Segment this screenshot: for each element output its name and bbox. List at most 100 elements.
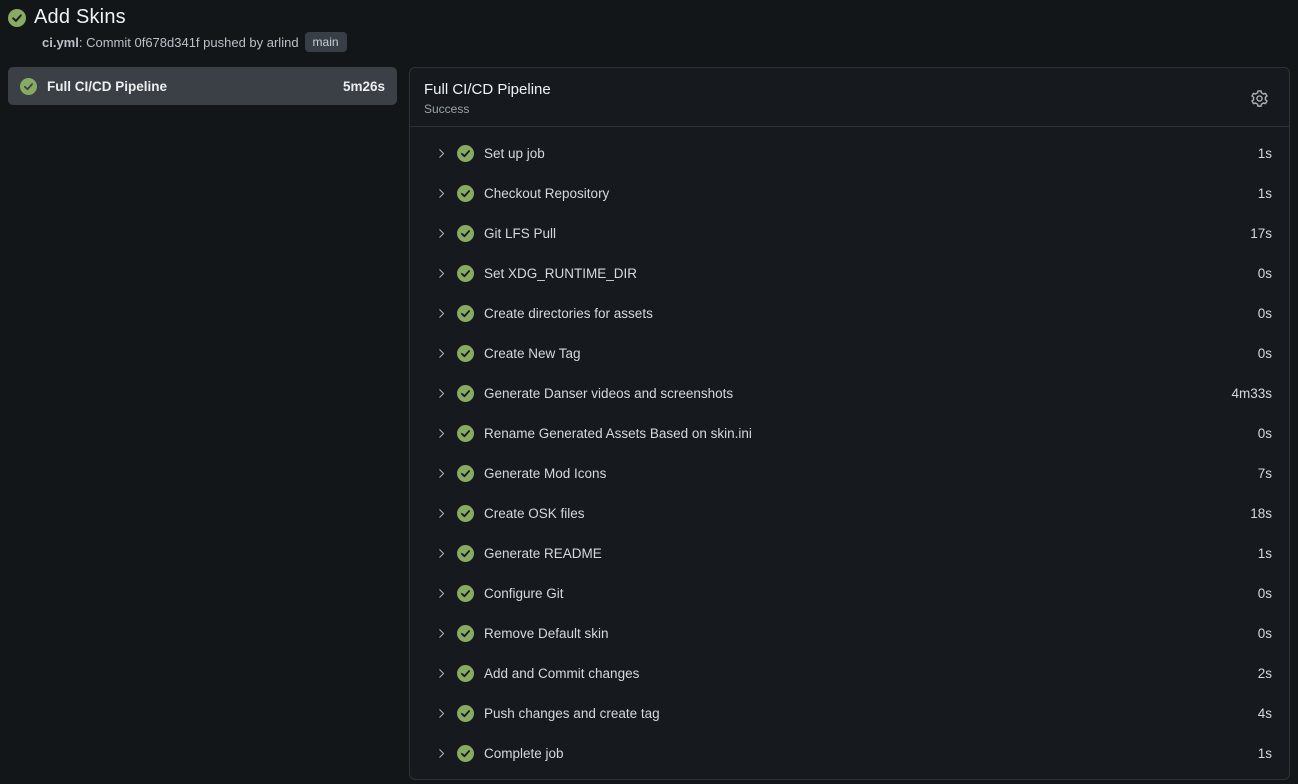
- chevron-right-icon: [436, 228, 447, 239]
- step-row[interactable]: Add and Commit changes 2s: [410, 653, 1289, 693]
- step-name: Create directories for assets: [484, 306, 1248, 321]
- step-name: Generate Mod Icons: [484, 466, 1248, 481]
- gear-icon[interactable]: [1248, 87, 1271, 110]
- check-circle-icon: [457, 385, 474, 402]
- step-name: Push changes and create tag: [484, 706, 1248, 721]
- chevron-right-icon: [436, 708, 447, 719]
- step-duration: 1s: [1258, 546, 1272, 561]
- step-duration: 1s: [1258, 186, 1272, 201]
- step-duration: 0s: [1258, 346, 1272, 361]
- step-duration: 1s: [1258, 146, 1272, 161]
- step-name: Generate README: [484, 546, 1248, 561]
- check-circle-icon: [457, 705, 474, 722]
- chevron-right-icon: [436, 748, 447, 759]
- step-row[interactable]: Create OSK files 18s: [410, 493, 1289, 533]
- job-detail-panel: Full CI/CD Pipeline Success: [409, 67, 1290, 780]
- chevron-right-icon: [436, 668, 447, 679]
- actions-run-page: Add Skins ci.yml: Commit 0f678d341f push…: [0, 0, 1298, 780]
- run-subtitle: ci.yml: Commit 0f678d341f pushed by arli…: [42, 32, 1290, 52]
- job-name: Full CI/CD Pipeline: [47, 79, 333, 94]
- check-circle-icon: [457, 145, 474, 162]
- branch-badge[interactable]: main: [305, 32, 347, 52]
- chevron-right-icon: [436, 308, 447, 319]
- chevron-right-icon: [436, 628, 447, 639]
- step-row[interactable]: Rename Generated Assets Based on skin.in…: [410, 413, 1289, 453]
- commit-info: : Commit 0f678d341f pushed by arlind: [79, 35, 299, 50]
- check-circle-icon: [20, 78, 37, 95]
- step-name: Add and Commit changes: [484, 666, 1248, 681]
- run-content: Full CI/CD Pipeline 5m26s Full CI/CD Pip…: [8, 67, 1290, 780]
- step-name: Checkout Repository: [484, 186, 1248, 201]
- sidebar-job-item[interactable]: Full CI/CD Pipeline 5m26s: [8, 67, 397, 105]
- step-row[interactable]: Create New Tag 0s: [410, 333, 1289, 373]
- job-duration: 5m26s: [343, 79, 385, 94]
- step-duration: 4m33s: [1231, 386, 1272, 401]
- check-circle-icon: [457, 425, 474, 442]
- check-circle-icon: [457, 305, 474, 322]
- chevron-right-icon: [436, 468, 447, 479]
- step-duration: 7s: [1258, 466, 1272, 481]
- job-title: Full CI/CD Pipeline: [424, 81, 551, 98]
- chevron-right-icon: [436, 508, 447, 519]
- step-name: Rename Generated Assets Based on skin.in…: [484, 426, 1248, 441]
- step-row[interactable]: Complete job 1s: [410, 733, 1289, 773]
- step-duration: 0s: [1258, 266, 1272, 281]
- check-circle-icon: [457, 345, 474, 362]
- step-name: Remove Default skin: [484, 626, 1248, 641]
- check-circle-icon: [457, 505, 474, 522]
- commit-message: ci.yml: Commit 0f678d341f pushed by arli…: [42, 35, 299, 50]
- check-circle-icon: [457, 185, 474, 202]
- check-circle-icon: [457, 665, 474, 682]
- step-row[interactable]: Generate Danser videos and screenshots 4…: [410, 373, 1289, 413]
- steps-list: Set up job 1s: [410, 127, 1289, 779]
- step-row[interactable]: Push changes and create tag 4s: [410, 693, 1289, 733]
- check-circle-icon: [457, 625, 474, 642]
- step-name: Complete job: [484, 746, 1248, 761]
- step-duration: 18s: [1250, 506, 1272, 521]
- step-duration: 0s: [1258, 306, 1272, 321]
- chevron-right-icon: [436, 388, 447, 399]
- step-duration: 1s: [1258, 746, 1272, 761]
- chevron-right-icon: [436, 548, 447, 559]
- step-row[interactable]: Create directories for assets 0s: [410, 293, 1289, 333]
- job-panel-titles: Full CI/CD Pipeline Success: [424, 81, 551, 116]
- check-circle-icon: [457, 265, 474, 282]
- step-duration: 2s: [1258, 666, 1272, 681]
- step-row[interactable]: Remove Default skin 0s: [410, 613, 1289, 653]
- chevron-right-icon: [436, 268, 447, 279]
- step-duration: 4s: [1258, 706, 1272, 721]
- step-row[interactable]: Set XDG_RUNTIME_DIR 0s: [410, 253, 1289, 293]
- chevron-right-icon: [436, 188, 447, 199]
- step-name: Set XDG_RUNTIME_DIR: [484, 266, 1248, 281]
- step-row[interactable]: Git LFS Pull 17s: [410, 213, 1289, 253]
- step-name: Set up job: [484, 146, 1248, 161]
- job-panel-header: Full CI/CD Pipeline Success: [410, 68, 1289, 127]
- check-circle-icon: [457, 225, 474, 242]
- step-duration: 0s: [1258, 626, 1272, 641]
- run-header: Add Skins ci.yml: Commit 0f678d341f push…: [8, 6, 1290, 52]
- check-circle-icon: [457, 745, 474, 762]
- jobs-sidebar: Full CI/CD Pipeline 5m26s: [8, 67, 397, 105]
- workflow-file-name: ci.yml: [42, 35, 79, 50]
- step-name: Configure Git: [484, 586, 1248, 601]
- step-row[interactable]: Set up job 1s: [410, 133, 1289, 173]
- run-title-row: Add Skins: [8, 6, 1290, 29]
- step-name: Generate Danser videos and screenshots: [484, 386, 1221, 401]
- step-row[interactable]: Generate Mod Icons 7s: [410, 453, 1289, 493]
- chevron-right-icon: [436, 148, 447, 159]
- step-row[interactable]: Generate README 1s: [410, 533, 1289, 573]
- job-status-text: Success: [424, 102, 551, 116]
- step-name: Create New Tag: [484, 346, 1248, 361]
- step-duration: 17s: [1250, 226, 1272, 241]
- check-circle-icon: [8, 9, 26, 27]
- check-circle-icon: [457, 465, 474, 482]
- step-duration: 0s: [1258, 586, 1272, 601]
- step-name: Create OSK files: [484, 506, 1240, 521]
- check-circle-icon: [457, 545, 474, 562]
- step-name: Git LFS Pull: [484, 226, 1240, 241]
- step-row[interactable]: Checkout Repository 1s: [410, 173, 1289, 213]
- check-circle-icon: [457, 585, 474, 602]
- chevron-right-icon: [436, 428, 447, 439]
- run-title: Add Skins: [34, 6, 126, 29]
- step-row[interactable]: Configure Git 0s: [410, 573, 1289, 613]
